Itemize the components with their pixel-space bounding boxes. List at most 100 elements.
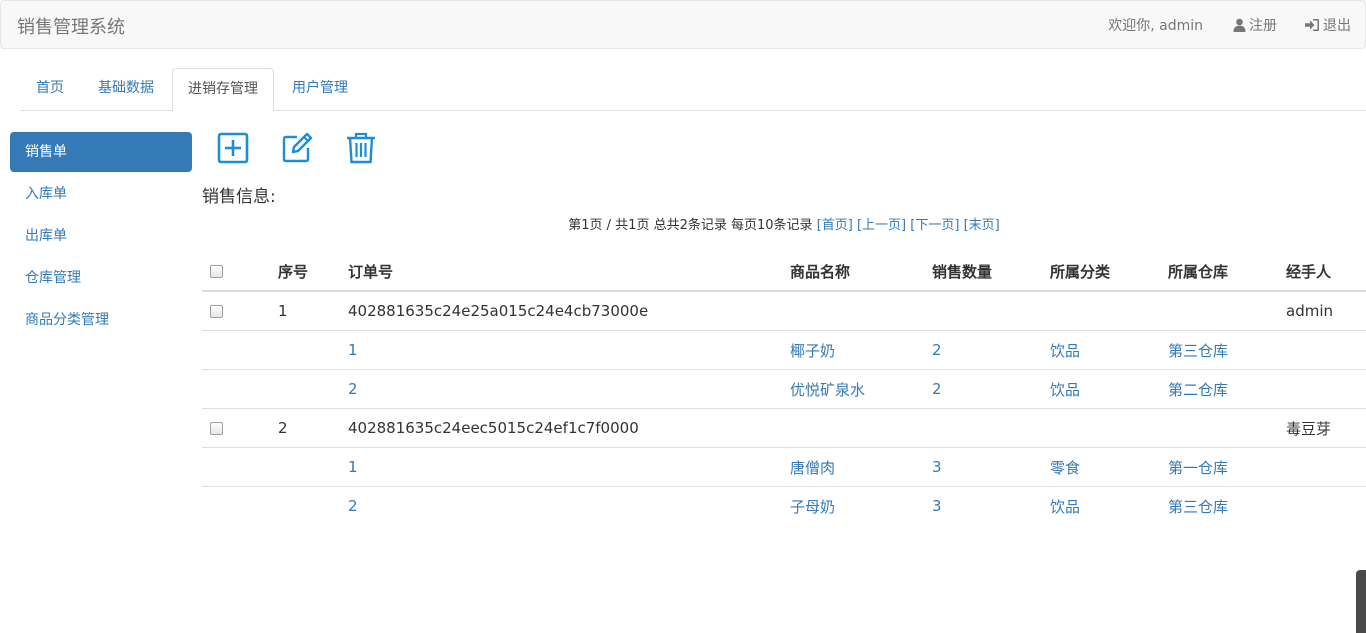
row-checkbox[interactable] <box>210 422 223 435</box>
tab-user-management[interactable]: 用户管理 <box>276 68 364 109</box>
header-order-no[interactable]: 订单号 <box>348 252 790 292</box>
pagination: 第1页 / 共1页 总共2条记录 每页10条记录 [首页] [上一页] [下一页… <box>202 214 1366 233</box>
tab-inventory[interactable]: 进销存管理 <box>172 68 274 112</box>
header-handler[interactable]: 经手人 <box>1286 252 1366 292</box>
next-page-link[interactable]: [下一页] <box>910 218 959 233</box>
order-index: 1 <box>278 290 348 331</box>
empty-cell <box>932 408 1050 448</box>
empty-cell <box>278 369 348 409</box>
order-handler: 毒豆芽 <box>1286 408 1366 448</box>
item-quantity[interactable]: 3 <box>932 447 1050 487</box>
item-product[interactable]: 子母奶 <box>790 486 932 525</box>
empty-cell <box>278 486 348 525</box>
item-category[interactable]: 饮品 <box>1050 369 1168 409</box>
item-product[interactable]: 优悦矿泉水 <box>790 369 932 409</box>
empty-cell <box>1168 290 1286 331</box>
item-warehouse[interactable]: 第三仓库 <box>1168 486 1286 525</box>
delete-button[interactable] <box>344 131 378 165</box>
empty-cell <box>1286 486 1366 525</box>
table-header-row: 序号 订单号 商品名称 销售数量 所属分类 所属仓库 经手人 <box>202 252 1366 292</box>
item-warehouse[interactable]: 第一仓库 <box>1168 447 1286 487</box>
item-product[interactable]: 椰子奶 <box>790 330 932 370</box>
edit-button[interactable] <box>280 131 314 165</box>
order-item-row: 1 椰子奶 2 饮品 第三仓库 <box>202 330 1366 370</box>
app-brand[interactable]: 销售管理系统 <box>17 13 125 39</box>
pagination-summary: 第1页 / 共1页 总共2条记录 每页10条记录 <box>568 218 813 233</box>
empty-cell <box>1050 408 1168 448</box>
item-warehouse[interactable]: 第二仓库 <box>1168 369 1286 409</box>
sign-in-icon <box>1305 18 1319 31</box>
empty-cell <box>278 330 348 370</box>
add-button[interactable] <box>216 131 250 165</box>
trash-icon <box>347 132 375 164</box>
empty-cell <box>790 290 932 331</box>
header-quantity[interactable]: 销售数量 <box>932 252 1050 292</box>
empty-cell <box>1050 290 1168 331</box>
empty-cell <box>1286 330 1366 370</box>
sales-table: 序号 订单号 商品名称 销售数量 所属分类 所属仓库 经手人 1 4028816… <box>202 252 1366 525</box>
sidebar-item-category[interactable]: 商品分类管理 <box>10 300 192 340</box>
item-warehouse[interactable]: 第三仓库 <box>1168 330 1286 370</box>
empty-cell <box>202 486 278 525</box>
order-item-row: 2 优悦矿泉水 2 饮品 第二仓库 <box>202 369 1366 409</box>
item-quantity[interactable]: 3 <box>932 486 1050 525</box>
order-handler: admin <box>1286 290 1366 331</box>
empty-cell <box>202 330 278 370</box>
empty-cell <box>1286 447 1366 487</box>
sidebar-item-outbound-order[interactable]: 出库单 <box>10 216 192 256</box>
order-item-row: 2 子母奶 3 饮品 第三仓库 <box>202 486 1366 525</box>
row-checkbox-cell <box>202 408 278 448</box>
top-navbar: 销售管理系统 欢迎你, admin 注册 退出 <box>0 0 1366 49</box>
select-all-cell <box>202 252 278 292</box>
row-checkbox-cell <box>202 290 278 331</box>
tab-home[interactable]: 首页 <box>20 68 80 109</box>
empty-cell <box>1168 408 1286 448</box>
item-seq[interactable]: 2 <box>348 369 790 409</box>
row-checkbox[interactable] <box>210 305 223 318</box>
order-number: 402881635c24eec5015c24ef1c7f0000 <box>348 408 790 448</box>
last-page-link[interactable]: [末页] <box>964 218 1000 233</box>
item-product[interactable]: 唐僧肉 <box>790 447 932 487</box>
tab-basic-data[interactable]: 基础数据 <box>82 68 170 109</box>
register-link[interactable]: 注册 <box>1219 15 1291 35</box>
page-title: 销售信息: <box>202 187 276 207</box>
select-all-checkbox[interactable] <box>210 265 223 278</box>
order-row[interactable]: 1 402881635c24e25a015c24e4cb73000e admin <box>202 290 1366 331</box>
empty-cell <box>278 447 348 487</box>
item-seq[interactable]: 1 <box>348 447 790 487</box>
user-icon <box>1233 18 1246 32</box>
logout-label: 退出 <box>1323 17 1351 34</box>
order-row[interactable]: 2 402881635c24eec5015c24ef1c7f0000 毒豆芽 <box>202 408 1366 448</box>
logout-link[interactable]: 退出 <box>1291 15 1365 35</box>
item-quantity[interactable]: 2 <box>932 330 1050 370</box>
item-category[interactable]: 饮品 <box>1050 330 1168 370</box>
header-category[interactable]: 所属分类 <box>1050 252 1168 292</box>
navbar-right: 欢迎你, admin 注册 退出 <box>1094 1 1365 48</box>
sidebar-item-inbound-order[interactable]: 入库单 <box>10 174 192 214</box>
sidebar-item-sales-order[interactable]: 销售单 <box>10 132 192 172</box>
edit-icon <box>282 132 313 163</box>
header-product[interactable]: 商品名称 <box>790 252 932 292</box>
item-quantity[interactable]: 2 <box>932 369 1050 409</box>
empty-cell <box>932 290 1050 331</box>
sidebar-item-warehouse[interactable]: 仓库管理 <box>10 258 192 298</box>
scrollbar-thumb[interactable] <box>1356 570 1366 633</box>
empty-cell <box>202 447 278 487</box>
register-label: 注册 <box>1249 17 1277 34</box>
prev-page-link[interactable]: [上一页] <box>857 218 906 233</box>
main-tabs: 首页 基础数据 进销存管理 用户管理 <box>20 68 1366 112</box>
empty-cell <box>790 408 932 448</box>
plus-square-icon <box>217 132 249 164</box>
order-index: 2 <box>278 408 348 448</box>
order-number: 402881635c24e25a015c24e4cb73000e <box>348 290 790 331</box>
header-warehouse[interactable]: 所属仓库 <box>1168 252 1286 292</box>
item-category[interactable]: 零食 <box>1050 447 1168 487</box>
item-seq[interactable]: 1 <box>348 330 790 370</box>
first-page-link[interactable]: [首页] <box>817 218 853 233</box>
sidebar: 销售单 入库单 出库单 仓库管理 商品分类管理 <box>10 132 192 342</box>
action-toolbar <box>216 131 408 165</box>
item-seq[interactable]: 2 <box>348 486 790 525</box>
empty-cell <box>202 369 278 409</box>
item-category[interactable]: 饮品 <box>1050 486 1168 525</box>
header-index[interactable]: 序号 <box>278 252 348 292</box>
